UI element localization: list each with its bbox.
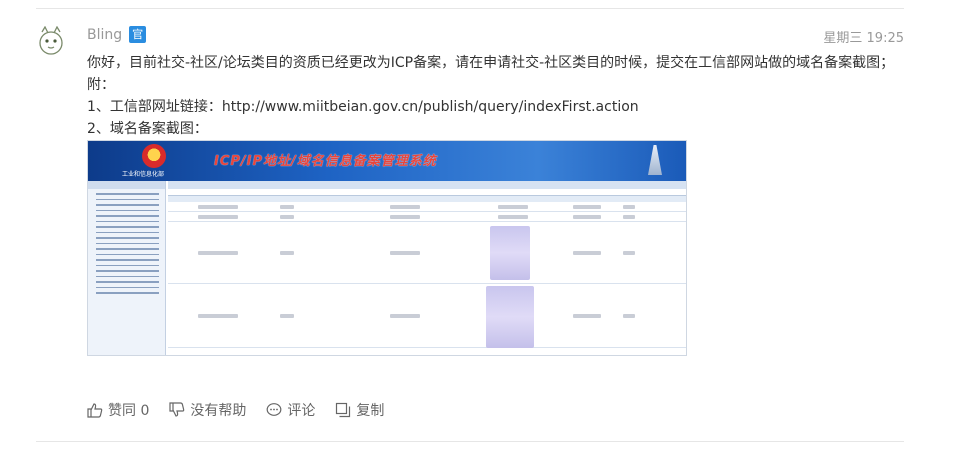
content-line: 1、工信部网址链接：http://www.miitbeian.gov.cn/pu… <box>87 99 639 115</box>
comment-button[interactable]: 评论 <box>266 400 315 420</box>
content-line: 你好，目前社交-社区/论坛类目的资质已经更改为ICP备案，请在申请社交-社区类目… <box>87 55 895 71</box>
screenshot-sidebar <box>88 181 166 355</box>
content-line: 2、域名备案截图： <box>87 121 208 137</box>
copy-label: 复制 <box>356 403 385 419</box>
thumbs-down-icon <box>169 402 185 417</box>
post-content: 你好，目前社交-社区/论坛类目的资质已经更改为ICP备案，请在申请社交-社区类目… <box>87 52 907 140</box>
comment-icon <box>266 403 282 416</box>
comment-label: 评论 <box>287 403 316 419</box>
unhelpful-button[interactable]: 没有帮助 <box>169 400 246 420</box>
like-label: 赞同 0 <box>108 403 150 419</box>
unhelpful-label: 没有帮助 <box>190 403 247 419</box>
screenshot-table <box>168 181 686 355</box>
top-divider <box>36 8 904 9</box>
like-button[interactable]: 赞同 0 <box>87 400 149 420</box>
timestamp: 星期三 19:25 <box>823 31 904 46</box>
official-badge: 官 <box>129 26 147 43</box>
action-bar: 赞同 0 没有帮助 评论 复制 <box>87 400 404 420</box>
national-emblem-icon <box>142 144 166 168</box>
tower-icon <box>648 145 662 175</box>
username[interactable]: Bling <box>87 27 122 43</box>
avatar[interactable] <box>36 26 66 56</box>
copy-icon <box>336 402 351 418</box>
screenshot-title: ICP/IP地址/域名信息备案管理系统 <box>214 154 437 169</box>
screenshot-banner: 工业和信息化部 ICP/IP地址/域名信息备案管理系统 <box>88 141 686 181</box>
content-line: 附： <box>87 77 115 93</box>
thumbs-up-icon <box>87 403 103 418</box>
domain-record-screenshot[interactable]: 工业和信息化部 ICP/IP地址/域名信息备案管理系统 <box>87 140 687 356</box>
copy-button[interactable]: 复制 <box>335 400 384 420</box>
screenshot-org: 工业和信息化部 <box>122 171 165 178</box>
bottom-divider <box>36 441 904 442</box>
post-header: Bling 官 <box>87 26 147 43</box>
